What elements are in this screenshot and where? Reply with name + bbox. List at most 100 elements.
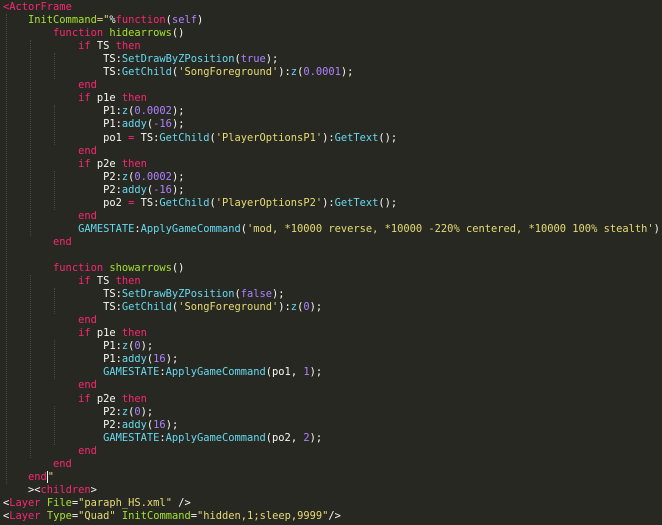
code-line[interactable]: function hidearrows() bbox=[3, 27, 184, 40]
code-line[interactable]: end bbox=[3, 445, 97, 458]
code-editor[interactable]: <ActorFrame InitCommand="%function(self)… bbox=[0, 0, 662, 525]
code-token: GAMESTATE bbox=[3, 431, 160, 444]
code-token: function bbox=[3, 27, 110, 40]
code-line[interactable]: P1:z(0.0002); bbox=[3, 105, 184, 118]
code-line[interactable]: P2:z(0); bbox=[3, 406, 153, 419]
code-token: then bbox=[121, 327, 147, 340]
code-line[interactable]: <ActorFrame bbox=[3, 1, 72, 14]
code-token: ); bbox=[272, 288, 285, 301]
code-token: if bbox=[3, 392, 97, 405]
code-line[interactable]: end bbox=[3, 79, 97, 92]
code-token: /> bbox=[328, 509, 341, 522]
code-token: self bbox=[171, 14, 197, 27]
code-line[interactable]: <Layer Type="Quad" InitCommand="hidden,1… bbox=[3, 510, 341, 523]
code-line[interactable]: TS:GetChild('SongForeground'):z(0.0001); bbox=[3, 66, 353, 79]
code-token: then bbox=[115, 275, 141, 288]
code-line[interactable]: po2 = TS:GetChild('PlayerOptionsP2'):Get… bbox=[3, 197, 397, 210]
code-line[interactable]: P2:addy(16); bbox=[3, 419, 178, 432]
code-token: (); bbox=[378, 196, 398, 209]
code-line[interactable]: end bbox=[3, 314, 97, 327]
code-line[interactable]: end bbox=[3, 236, 72, 249]
code-token: p1e bbox=[96, 327, 122, 340]
code-line[interactable]: P1:z(0); bbox=[3, 340, 153, 353]
code-line[interactable]: if p2e then bbox=[3, 158, 147, 171]
code-line[interactable]: P1:addy(16); bbox=[3, 353, 178, 366]
code-token: TS bbox=[96, 40, 116, 53]
code-token: SetDrawByZPosition bbox=[121, 53, 235, 66]
code-line[interactable]: TS:GetChild('SongForeground'):z(0); bbox=[3, 301, 322, 314]
code-token: "hidden,1;sleep,9999" bbox=[197, 509, 329, 522]
code-token: showarrows bbox=[109, 262, 172, 274]
code-line[interactable]: if p1e then bbox=[3, 327, 147, 340]
code-token: 16 bbox=[153, 418, 166, 431]
code-token: ); bbox=[140, 340, 154, 353]
code-token: p2e bbox=[96, 392, 122, 405]
code-token: ); bbox=[171, 105, 185, 118]
code-line[interactable]: if TS then bbox=[3, 40, 141, 53]
code-token: GetText bbox=[334, 131, 379, 144]
code-token: InitCommand bbox=[121, 509, 191, 522]
code-line[interactable]: if TS then bbox=[3, 275, 141, 288]
code-token: if bbox=[3, 92, 97, 105]
code-line[interactable]: InitCommand="%function(self) bbox=[3, 14, 203, 27]
code-token: ): bbox=[322, 196, 335, 209]
code-token: TS bbox=[3, 66, 116, 79]
code-token: TS bbox=[96, 275, 116, 288]
code-token: GetText bbox=[334, 196, 379, 209]
code-line[interactable]: TS:SetDrawByZPosition(false); bbox=[3, 288, 285, 301]
code-line[interactable]: end bbox=[3, 145, 97, 158]
code-token: /> bbox=[171, 496, 191, 509]
code-token: if bbox=[3, 40, 97, 53]
code-token: >< bbox=[3, 483, 41, 496]
code-token: () bbox=[171, 262, 185, 274]
code-token: ); bbox=[140, 405, 154, 418]
code-line[interactable]: P1:addy(-16); bbox=[3, 118, 184, 131]
code-line[interactable]: GAMESTATE:ApplyGameCommand(po1, 1); bbox=[3, 366, 322, 379]
code-token: ApplyGameCommand bbox=[165, 431, 266, 444]
code-token: ); bbox=[165, 353, 179, 366]
code-line[interactable]: GAMESTATE:ApplyGameCommand(po2, 2); bbox=[3, 432, 322, 445]
code-token: ) bbox=[196, 14, 204, 27]
code-line[interactable]: P2:z(0.0002); bbox=[3, 171, 184, 184]
code-token: TS bbox=[3, 288, 116, 301]
code-line[interactable]: TS:SetDrawByZPosition(true); bbox=[3, 53, 278, 66]
code-token: 'mod, *10000 reverse, *10000 -220% cente… bbox=[247, 222, 654, 235]
code-token: addy bbox=[121, 418, 147, 431]
code-line[interactable]: <Layer File="paraph_HS.xml" /> bbox=[3, 497, 191, 510]
code-line[interactable]: if p1e then bbox=[3, 92, 147, 105]
code-token: "paraph_HS.xml" bbox=[78, 496, 172, 509]
code-token: p1e bbox=[96, 92, 122, 105]
code-line[interactable]: function showarrows() bbox=[3, 262, 184, 275]
code-line[interactable]: ><children> bbox=[3, 484, 97, 497]
code-token: TS bbox=[140, 131, 154, 144]
code-token: GetChild bbox=[159, 131, 210, 144]
code-token: =" bbox=[96, 14, 110, 27]
code-token: addy bbox=[121, 118, 147, 131]
code-token: " bbox=[47, 470, 55, 483]
code-line[interactable]: GAMESTATE:ApplyGameCommand('mod, *10000 … bbox=[3, 223, 662, 236]
code-token: end bbox=[3, 444, 97, 457]
code-token: ); bbox=[165, 418, 179, 431]
code-token: addy bbox=[121, 353, 147, 366]
code-line[interactable]: end bbox=[3, 379, 97, 392]
code-token: P1 bbox=[3, 118, 116, 131]
code-token: Layer bbox=[9, 496, 47, 509]
code-token: if bbox=[3, 275, 97, 288]
code-token: InitCommand bbox=[3, 14, 97, 27]
code-line[interactable]: P2:addy(-16); bbox=[3, 184, 184, 197]
code-line[interactable]: end bbox=[3, 458, 72, 471]
code-token: then bbox=[121, 92, 147, 105]
code-token: , bbox=[290, 366, 304, 379]
code-token: po1 bbox=[3, 131, 129, 144]
code-token: ); bbox=[171, 118, 185, 131]
code-line[interactable]: end bbox=[3, 210, 97, 223]
code-token: -16 bbox=[153, 118, 172, 131]
code-line[interactable]: end" bbox=[3, 470, 55, 484]
code-token: po2 bbox=[272, 431, 291, 444]
code-token: "Quad" bbox=[78, 509, 116, 522]
code-token: P2 bbox=[3, 183, 116, 196]
code-token: end bbox=[3, 314, 97, 327]
code-line[interactable]: po1 = TS:GetChild('PlayerOptionsP1'):Get… bbox=[3, 132, 397, 145]
code-token: P2 bbox=[3, 418, 116, 431]
code-line[interactable]: if p2e then bbox=[3, 393, 147, 406]
